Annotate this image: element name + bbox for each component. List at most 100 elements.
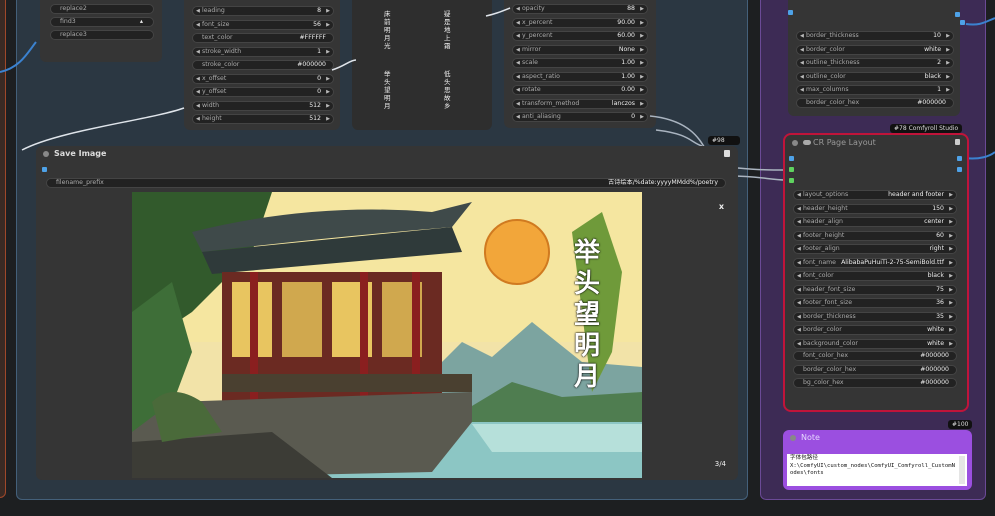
note-title[interactable]: Note — [783, 430, 972, 446]
layout-field-bg-color-hex[interactable]: bg_color_hex #000000 — [793, 378, 957, 388]
cr-page-layout-title[interactable]: CR Page Layout — [785, 135, 967, 151]
field-value: white — [924, 45, 941, 53]
decrement-arrow-icon[interactable]: ◀ — [797, 286, 801, 294]
top-right-slot[interactable] — [955, 12, 960, 17]
increment-arrow-icon[interactable]: ▶ — [949, 205, 953, 213]
decrement-arrow-icon[interactable]: ◀ — [797, 245, 801, 253]
note-scrollbar[interactable] — [959, 456, 965, 484]
decrement-arrow-icon[interactable]: ◀ — [800, 59, 804, 67]
layout-input-slot-2[interactable] — [789, 167, 794, 172]
field-value: 60 — [936, 231, 944, 239]
field-value: #000000 — [920, 365, 949, 373]
increment-arrow-icon[interactable]: ▶ — [946, 46, 950, 54]
field-value: #000000 — [920, 379, 949, 386]
decrement-arrow-icon[interactable]: ◀ — [797, 232, 801, 240]
increment-arrow-icon[interactable]: ▶ — [949, 313, 953, 321]
layout-field-header-font-size[interactable]: ◀ header_font_size 75 ▶ — [793, 284, 957, 295]
field-label: font_color — [803, 272, 834, 279]
close-preview-button[interactable]: x — [719, 202, 724, 211]
layout-output-slot-2[interactable] — [957, 167, 962, 172]
layout-output-slot-1[interactable] — [957, 156, 962, 161]
landscape-illustration — [132, 192, 642, 478]
decrement-arrow-icon[interactable]: ◀ — [797, 205, 801, 213]
layout-field-footer-height[interactable]: ◀ footer_height 60 ▶ — [793, 230, 957, 241]
increment-arrow-icon[interactable]: ▶ — [946, 32, 950, 40]
field-label: font_name — [803, 258, 836, 266]
cr-page-layout-node[interactable]: CR Page Layout ◀ layout_options header and… — [783, 133, 969, 412]
layout-field-header-height[interactable]: ◀ header_height 150 ▶ — [793, 203, 957, 214]
field-value: center — [924, 218, 944, 225]
decrement-arrow-icon[interactable]: ◀ — [800, 73, 804, 81]
increment-arrow-icon[interactable]: ▶ — [949, 259, 953, 267]
decrement-arrow-icon[interactable]: ◀ — [797, 191, 801, 199]
border-color-hex-field[interactable]: border_color_hex #000000 — [796, 98, 954, 108]
border-field-outline-thickness[interactable]: ◀ outline_thickness 2 ▶ — [796, 58, 954, 68]
increment-arrow-icon[interactable]: ▶ — [949, 286, 953, 294]
layout-lock-icon[interactable] — [955, 139, 960, 145]
layout-field-font-color-hex[interactable]: font_color_hex #000000 — [793, 351, 957, 361]
decrement-arrow-icon[interactable]: ◀ — [797, 299, 801, 307]
field-label: header_align — [803, 218, 843, 225]
layout-field-background-color[interactable]: ◀ background_color white ▶ — [793, 338, 957, 349]
cloud-icon — [803, 140, 811, 145]
layout-field-border-color[interactable]: ◀ border_color white ▶ — [793, 325, 957, 335]
layout-field-border-thickness[interactable]: ◀ border_thickness 35 ▶ — [793, 311, 957, 322]
increment-arrow-icon[interactable]: ▶ — [946, 86, 950, 94]
field-label: background_color — [803, 339, 858, 347]
save-input-slot[interactable] — [42, 167, 47, 172]
border-field-max-columns[interactable]: ◀ max_columns 1 ▶ — [796, 85, 954, 95]
layout-field-font-color[interactable]: ◀ font_color black ▶ — [793, 271, 957, 281]
increment-arrow-icon[interactable]: ▶ — [946, 59, 950, 67]
border-field-border-thickness[interactable]: ◀ border_thickness 10 ▶ — [796, 31, 954, 41]
layout-field-border-color-hex[interactable]: border_color_hex #000000 — [793, 364, 957, 375]
top-left-slot[interactable] — [788, 10, 793, 15]
decrement-arrow-icon[interactable]: ◀ — [800, 32, 804, 40]
layout-input-slot-3[interactable] — [789, 178, 794, 183]
lock-icon[interactable] — [724, 150, 730, 157]
border-field-border-color[interactable]: ◀ border_color white ▶ — [796, 44, 954, 55]
decrement-arrow-icon[interactable]: ◀ — [800, 86, 804, 94]
increment-arrow-icon[interactable]: ▶ — [949, 272, 953, 280]
field-label: border_color_hex — [806, 99, 860, 106]
decrement-arrow-icon[interactable]: ◀ — [797, 218, 801, 226]
save-image-title[interactable]: Save Image — [36, 146, 738, 162]
layout-input-slot-1[interactable] — [789, 156, 794, 161]
decrement-arrow-icon[interactable]: ◀ — [797, 313, 801, 321]
decrement-arrow-icon[interactable]: ◀ — [797, 272, 801, 280]
increment-arrow-icon[interactable]: ▶ — [949, 191, 953, 199]
field-label: border_thickness — [806, 32, 859, 39]
increment-arrow-icon[interactable]: ▶ — [946, 73, 950, 81]
decrement-arrow-icon[interactable]: ◀ — [797, 340, 801, 348]
increment-arrow-icon[interactable]: ▶ — [949, 340, 953, 348]
decrement-arrow-icon[interactable]: ◀ — [797, 326, 801, 334]
layout-field-footer-align[interactable]: ◀ footer_align right ▶ — [793, 244, 957, 254]
field-label: header_font_size — [803, 285, 856, 293]
field-label: border_color — [806, 45, 845, 53]
image-preview[interactable]: 举头望明月 — [132, 192, 642, 478]
increment-arrow-icon[interactable]: ▶ — [949, 326, 953, 334]
field-label: border_color — [803, 326, 842, 333]
field-value: #000000 — [917, 99, 946, 106]
layout-field-layout-options[interactable]: ◀ layout_options header and footer ▶ — [793, 190, 957, 200]
increment-arrow-icon[interactable]: ▶ — [949, 232, 953, 240]
field-value: header and footer — [888, 191, 944, 198]
note-textarea[interactable]: 字体包路径 X:\ComfyUI\custom_nodes\ComfyUI_Co… — [787, 454, 967, 486]
note-node[interactable]: Note 字体包路径 X:\ComfyUI\custom_nodes\Comfy… — [783, 430, 972, 490]
decrement-arrow-icon[interactable]: ◀ — [797, 259, 801, 267]
field-label: footer_height — [803, 231, 845, 239]
layout-field-font-name[interactable]: ◀ font_name AlibabaPuHuiTi-2-75-SemiBold.t… — [793, 257, 957, 268]
layout-field-header-align[interactable]: ◀ header_align center ▶ — [793, 217, 957, 227]
border-settings-node[interactable]: ◀ border_thickness 10 ▶ ◀ border_color white ▶ ◀… — [788, 0, 960, 116]
save-image-node[interactable]: Save Image filename_prefix 古诗绘本/%date:yyy… — [36, 146, 738, 480]
layout-field-footer-font-size[interactable]: ◀ footer_font_size 36 ▶ — [793, 298, 957, 308]
field-value: black — [924, 72, 941, 80]
field-value: black — [927, 272, 944, 279]
increment-arrow-icon[interactable]: ▶ — [949, 218, 953, 226]
border-field-outline-color[interactable]: ◀ outline_color black ▶ — [796, 71, 954, 82]
filename-prefix-field[interactable]: filename_prefix 古诗绘本/%date:yyyyMMdd%/poet… — [46, 178, 726, 188]
increment-arrow-icon[interactable]: ▶ — [949, 299, 953, 307]
top-right-slot-out[interactable] — [960, 20, 965, 25]
increment-arrow-icon[interactable]: ▶ — [949, 245, 953, 253]
decrement-arrow-icon[interactable]: ◀ — [800, 46, 804, 54]
field-label: outline_color — [806, 72, 846, 80]
